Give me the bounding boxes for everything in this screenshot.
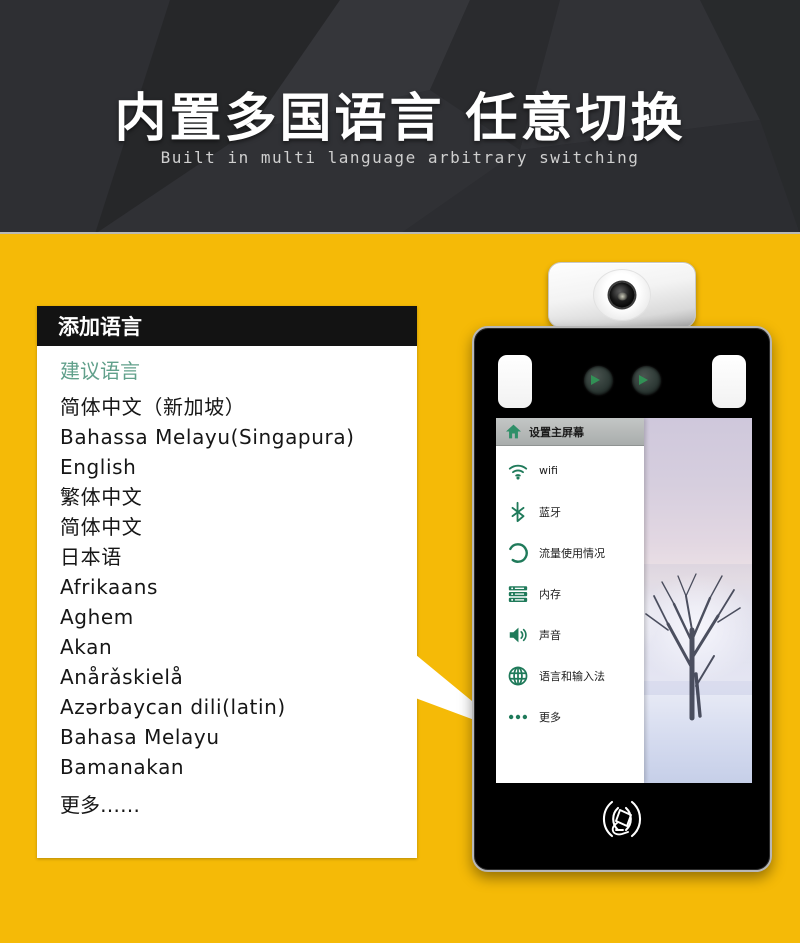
list-item[interactable]: Bahassa Melayu(Singapura) [60,422,417,452]
list-item[interactable]: Anårǎskielå [60,662,417,692]
sound-icon [507,624,529,646]
wifi-icon [507,460,529,482]
list-item[interactable]: Bahasa Melayu [60,722,417,752]
menu-item-language-and-input[interactable]: 语言和输入法 [496,655,644,696]
data-usage-icon [507,542,529,564]
list-item[interactable]: English [60,452,417,482]
page-root: 内置多国语言 任意切换 Built in multi language arbi… [0,0,800,943]
nfc-card-reader-icon [474,790,770,848]
menu-item-label: 流量使用情况 [539,546,605,560]
settings-menu-list: wifi 蓝牙 流量使用情况 内存 声音 语言和输入法 更多 [496,446,644,737]
menu-item-wifi[interactable]: wifi [496,450,644,491]
bluetooth-icon [507,501,529,523]
language-list: 简体中文（新加坡） Bahassa Melayu(Singapura) Engl… [60,392,417,782]
dual-lens-sensor-left [584,366,613,395]
page-title: 内置多国语言 任意切换 [114,89,686,149]
menu-item-label: 内存 [539,587,561,601]
device-screen: 设置主屏幕 wifi 蓝牙 流量使用情况 内存 声音 语言和输入法 更多 [496,418,752,783]
list-item[interactable]: Bamanakan [60,752,417,782]
list-item[interactable]: Azərbaycan dili(latin) [60,692,417,722]
storage-icon [507,583,529,605]
page-header: 内置多国语言 任意切换 Built in multi language arbi… [0,0,800,234]
list-item[interactable]: Aghem [60,602,417,632]
ir-fill-light-right [712,355,746,408]
list-item[interactable]: 日本语 [60,542,417,572]
menu-item-label: 语言和输入法 [539,669,605,683]
list-item[interactable]: 简体中文（新加坡） [60,392,417,422]
menu-item-label: wifi [539,464,558,477]
settings-menu: 设置主屏幕 wifi 蓝牙 流量使用情况 内存 声音 语言和输入法 更多 [496,418,644,783]
camera-ring [593,269,651,321]
menu-item-more[interactable]: 更多 [496,696,644,737]
settings-menu-header-label: 设置主屏幕 [529,425,584,439]
camera-lens-icon [609,282,635,308]
ir-fill-light-left [498,355,532,408]
menu-item-label: 蓝牙 [539,505,561,519]
language-list-body: 建议语言 简体中文（新加坡） Bahassa Melayu(Singapura)… [37,346,417,820]
menu-item-bluetooth[interactable]: 蓝牙 [496,491,644,532]
add-language-title-bar: 添加语言 [37,306,417,346]
menu-item-label: 更多 [539,710,561,724]
more-dots-icon [507,706,529,728]
menu-item-data-usage[interactable]: 流量使用情况 [496,532,644,573]
globe-icon [507,665,529,687]
list-item[interactable]: Afrikaans [60,572,417,602]
more-languages-label[interactable]: 更多…… [60,790,417,820]
menu-item-label: 声音 [539,628,561,642]
dual-lens-sensor-right [632,366,661,395]
list-item[interactable]: Akan [60,632,417,662]
menu-item-storage[interactable]: 内存 [496,573,644,614]
settings-menu-header[interactable]: 设置主屏幕 [496,418,644,446]
home-icon [505,424,522,439]
page-subtitle: Built in multi language arbitrary switch… [160,148,640,167]
top-camera-module [548,262,696,328]
list-item[interactable]: 简体中文 [60,512,417,542]
suggested-languages-label: 建议语言 [60,359,140,383]
list-item[interactable]: 繁体中文 [60,482,417,512]
menu-item-sound[interactable]: 声音 [496,614,644,655]
face-recognition-terminal: 设置主屏幕 wifi 蓝牙 流量使用情况 内存 声音 语言和输入法 更多 [472,326,772,872]
add-language-panel: 添加语言 建议语言 简体中文（新加坡） Bahassa Melayu(Singa… [37,306,417,858]
add-language-title: 添加语言 [58,315,142,339]
